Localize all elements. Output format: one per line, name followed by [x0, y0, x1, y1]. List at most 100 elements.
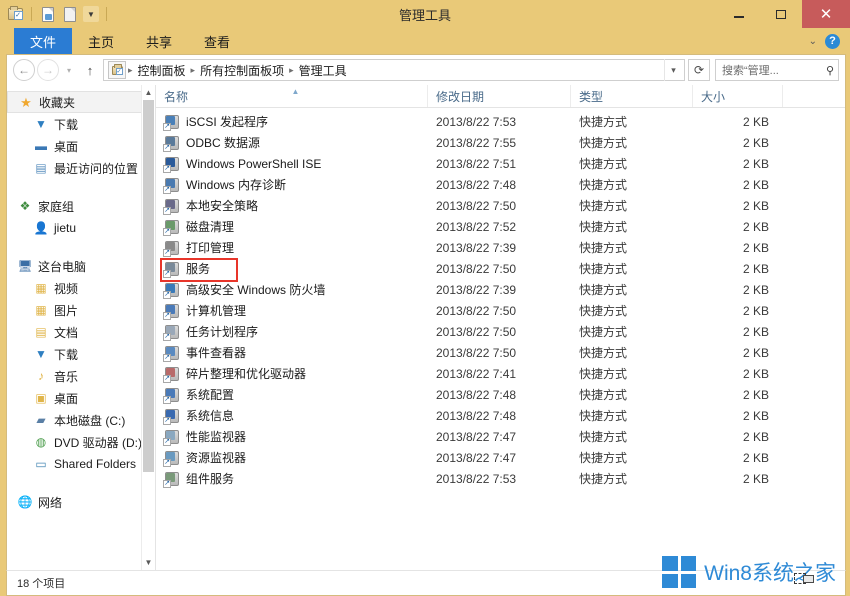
properties-icon[interactable]	[61, 5, 79, 23]
folder-properties-icon[interactable]: ✓	[6, 5, 24, 23]
chevron-down-icon[interactable]: ⌄	[809, 36, 817, 47]
breadcrumb-bar[interactable]: ✓ ▸ 控制面板 ▸ 所有控制面板项 ▸ 管理工具 ▾	[103, 59, 685, 81]
table-row[interactable]: ↗ 碎片整理和优化驱动器 2013/8/22 7:41 快捷方式 2 KB	[156, 363, 845, 384]
sidebar-item-desktop[interactable]: ▬ 桌面	[7, 135, 155, 157]
cell-name[interactable]: ↗ iSCSI 发起程序	[156, 113, 428, 131]
table-row[interactable]: ↗ 系统信息 2013/8/22 7:48 快捷方式 2 KB	[156, 405, 845, 426]
sidebar-item-jietu[interactable]: 👤 jietu	[7, 217, 155, 239]
sidebar-item-music[interactable]: ♪ 音乐	[7, 365, 155, 387]
cell-modified-date: 2013/8/22 7:50	[436, 198, 517, 213]
sidebar-item-favorites[interactable]: ★ 收藏夹	[7, 91, 153, 113]
sidebar-item-pictures[interactable]: ▦ 图片	[7, 299, 155, 321]
cell-name[interactable]: ↗ 打印管理	[156, 239, 428, 257]
shortcut-icon: ↗	[163, 156, 180, 173]
help-icon[interactable]: ?	[825, 33, 840, 49]
tab-home[interactable]: 主页	[72, 28, 130, 54]
cell-name[interactable]: ↗ 任务计划程序	[156, 323, 428, 341]
table-row[interactable]: ↗ 性能监视器 2013/8/22 7:47 快捷方式 2 KB	[156, 426, 845, 447]
search-input[interactable]: 搜索“管理... ⚲	[715, 59, 839, 81]
sidebar-item-this-pc[interactable]: 🖥 这台电脑	[7, 255, 155, 277]
cell-size: 2 KB	[742, 135, 769, 150]
cell-name[interactable]: ↗ 资源监视器	[156, 449, 428, 467]
sidebar-label-documents: 文档	[54, 325, 79, 340]
table-row[interactable]: ↗ Windows 内存诊断 2013/8/22 7:48 快捷方式 2 KB	[156, 174, 845, 195]
cell-name[interactable]: ↗ 磁盘清理	[156, 218, 428, 236]
breadcrumb-all-items[interactable]: 所有控制面板项	[196, 62, 288, 79]
sidebar-item-documents[interactable]: ▤ 文档	[7, 321, 155, 343]
cell-name[interactable]: ↗ Windows 内存诊断	[156, 176, 428, 194]
up-button[interactable]: ↑	[79, 59, 101, 81]
address-dropdown-icon[interactable]: ▾	[664, 59, 682, 81]
tab-share[interactable]: 共享	[130, 28, 188, 54]
tab-view[interactable]: 查看	[188, 28, 246, 54]
table-row[interactable]: ↗ 服务 2013/8/22 7:50 快捷方式 2 KB	[156, 258, 845, 282]
column-header-type[interactable]: 类型	[571, 85, 693, 107]
file-name: 系统配置	[186, 388, 235, 402]
cell-name[interactable]: ↗ 计算机管理	[156, 302, 428, 320]
search-icon[interactable]: ⚲	[826, 64, 834, 77]
table-row[interactable]: ↗ 系统配置 2013/8/22 7:48 快捷方式 2 KB	[156, 384, 845, 405]
table-row[interactable]: ↗ 资源监视器 2013/8/22 7:47 快捷方式 2 KB	[156, 447, 845, 468]
cell-name[interactable]: ↗ 事件查看器	[156, 344, 428, 362]
explorer-window: ✓ ▼ 管理工具 ✕ 文件 主页 共享 查看 ⌄ ? ← → ▾ ↑ ✓ ▸ 控…	[0, 0, 850, 596]
cell-name[interactable]: ↗ 组件服务	[156, 470, 428, 488]
cell-name[interactable]: ↗ 高级安全 Windows 防火墙	[156, 281, 428, 299]
file-list-pane: 名称 ▲ 修改日期 类型 大小 ↗ iSCSI 发起程序 2013/8/22 7:5…	[155, 85, 845, 570]
recent-locations-icon[interactable]: ▾	[61, 59, 77, 81]
table-row[interactable]: ↗ ODBC 数据源 2013/8/22 7:55 快捷方式 2 KB	[156, 132, 845, 153]
table-row[interactable]: ↗ iSCSI 发起程序 2013/8/22 7:53 快捷方式 2 KB	[156, 111, 845, 132]
desktop-icon: ▬	[35, 139, 47, 153]
sidebar-item-downloads-pc[interactable]: ▼ 下载	[7, 343, 155, 365]
minimize-button[interactable]	[718, 0, 760, 28]
cell-name[interactable]: ↗ 碎片整理和优化驱动器	[156, 365, 428, 383]
sidebar-item-homegroup[interactable]: ❖ 家庭组	[7, 195, 155, 217]
table-row[interactable]: ↗ 组件服务 2013/8/22 7:53 快捷方式 2 KB	[156, 468, 845, 489]
cell-name[interactable]: ↗ 系统配置	[156, 386, 428, 404]
sidebar-item-shared-folders[interactable]: ▭ Shared Folders	[7, 453, 155, 475]
table-row[interactable]: ↗ 磁盘清理 2013/8/22 7:52 快捷方式 2 KB	[156, 216, 845, 237]
sidebar-item-local-disk[interactable]: ▰ 本地磁盘 (C:)	[7, 409, 155, 431]
new-folder-icon[interactable]	[39, 5, 57, 23]
table-row[interactable]: ↗ 本地安全策略 2013/8/22 7:50 快捷方式 2 KB	[156, 195, 845, 216]
forward-button[interactable]: →	[37, 59, 59, 81]
cell-name[interactable]: ↗ 本地安全策略	[156, 197, 428, 215]
cell-name[interactable]: ↗ 性能监视器	[156, 428, 428, 446]
customize-caret-icon[interactable]: ▼	[83, 6, 99, 22]
table-row[interactable]: ↗ 打印管理 2013/8/22 7:39 快捷方式 2 KB	[156, 237, 845, 258]
refresh-button[interactable]: ⟳	[688, 59, 710, 81]
table-row[interactable]: ↗ Windows PowerShell ISE 2013/8/22 7:51 快捷方…	[156, 153, 845, 174]
column-header-date[interactable]: 修改日期	[428, 85, 571, 107]
back-button[interactable]: ←	[13, 59, 35, 81]
sidebar-item-downloads[interactable]: ▼ 下载	[7, 113, 155, 135]
cell-name[interactable]: ↗ 服务	[156, 258, 428, 282]
scroll-up-icon[interactable]: ▲	[142, 85, 155, 100]
column-headers: 名称 ▲ 修改日期 类型 大小	[156, 85, 845, 108]
scrollbar-thumb[interactable]	[143, 100, 154, 472]
sidebar-scrollbar[interactable]: ▲ ▼	[141, 85, 155, 570]
column-header-name[interactable]: 名称 ▲	[156, 85, 428, 107]
breadcrumb-control-panel[interactable]: 控制面板	[134, 62, 190, 79]
scrollbar-track[interactable]	[142, 100, 155, 555]
table-row[interactable]: ↗ 计算机管理 2013/8/22 7:50 快捷方式 2 KB	[156, 300, 845, 321]
close-button[interactable]: ✕	[802, 0, 850, 28]
table-row[interactable]: ↗ 高级安全 Windows 防火墙 2013/8/22 7:39 快捷方式 2 KB	[156, 279, 845, 300]
cell-modified-date: 2013/8/22 7:50	[436, 324, 517, 339]
sidebar-item-desktop-pc[interactable]: ▣ 桌面	[7, 387, 155, 409]
scroll-down-icon[interactable]: ▼	[142, 555, 155, 570]
breadcrumb-admin-tools[interactable]: 管理工具	[295, 62, 351, 79]
cell-name[interactable]: ↗ Windows PowerShell ISE	[156, 156, 428, 173]
cell-name[interactable]: ↗ ODBC 数据源	[156, 134, 428, 152]
cell-type: 快捷方式	[579, 325, 628, 339]
maximize-button[interactable]	[760, 0, 802, 28]
sidebar-item-videos[interactable]: ▦ 视频	[7, 277, 155, 299]
sidebar-item-recent-places[interactable]: ▤ 最近访问的位置	[7, 157, 155, 179]
navigation-pane: ★ 收藏夹 ▼ 下载 ▬ 桌面 ▤ 最近访问的位置 ❖ 家庭组 👤 jietu …	[7, 85, 155, 570]
sidebar-item-dvd-drive[interactable]: ◍ DVD 驱动器 (D:)	[7, 431, 155, 453]
cell-name[interactable]: ↗ 系统信息	[156, 407, 428, 425]
cell-type: 快捷方式	[579, 262, 628, 276]
table-row[interactable]: ↗ 事件查看器 2013/8/22 7:50 快捷方式 2 KB	[156, 342, 845, 363]
tab-file[interactable]: 文件	[14, 28, 73, 54]
table-row[interactable]: ↗ 任务计划程序 2013/8/22 7:50 快捷方式 2 KB	[156, 321, 845, 342]
sidebar-item-network[interactable]: 🌐 网络	[7, 491, 155, 513]
column-header-size[interactable]: 大小	[693, 85, 783, 107]
